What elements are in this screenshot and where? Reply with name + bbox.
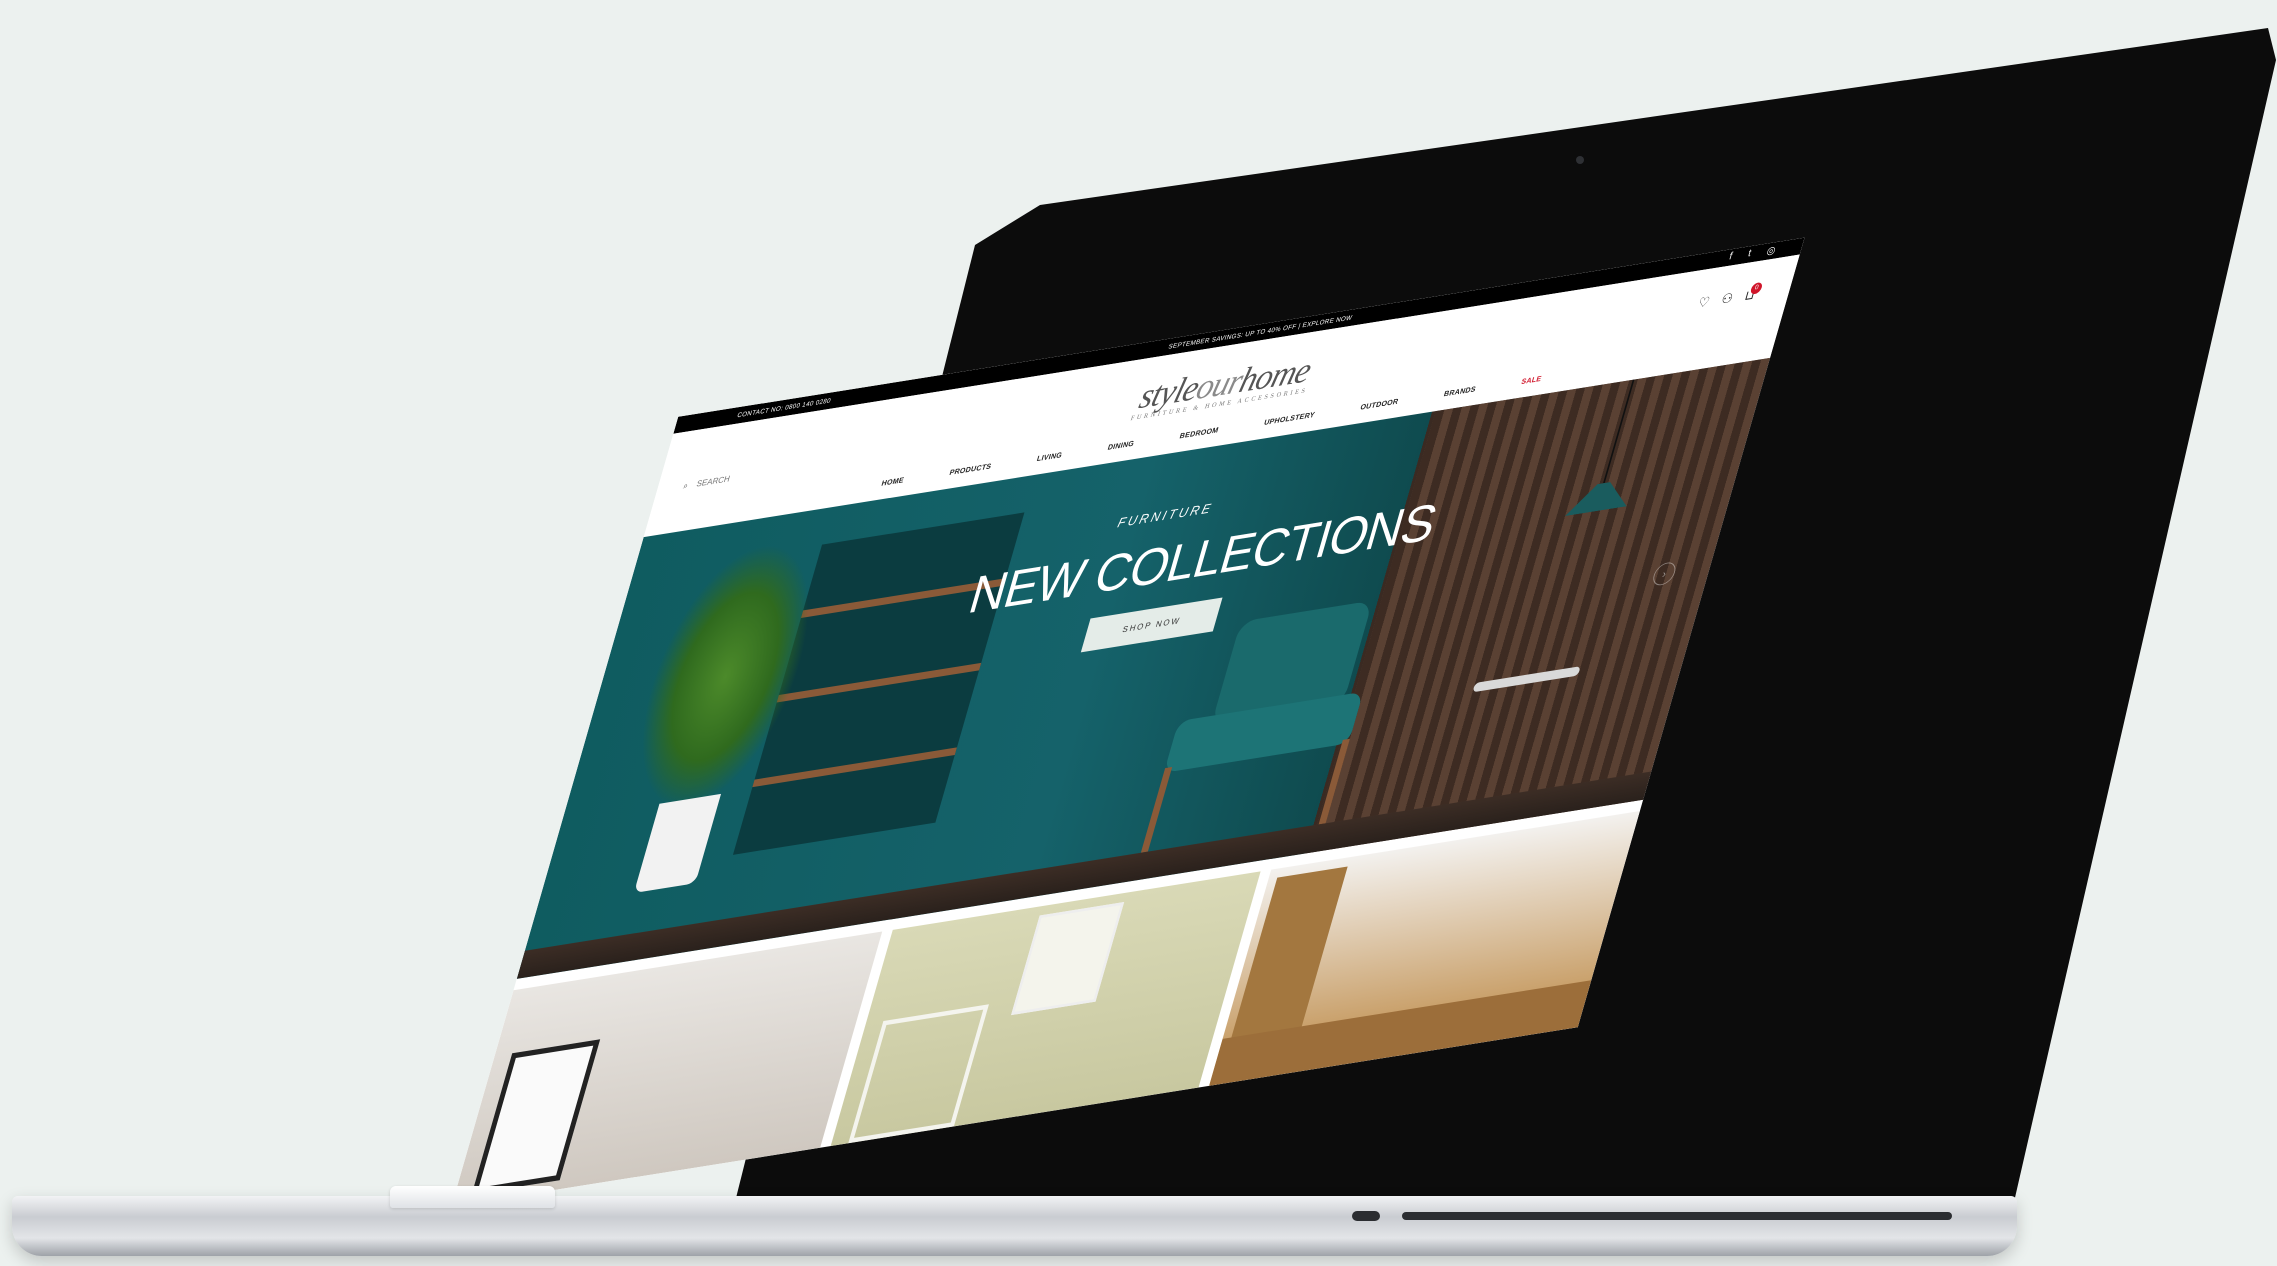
- search-input[interactable]: [693, 461, 806, 490]
- laptop-opening-notch: [390, 1186, 555, 1208]
- wall-frame-image: [1010, 902, 1124, 1016]
- window-image: [471, 1039, 601, 1195]
- twitter-icon[interactable]: t: [1746, 248, 1753, 261]
- hinge-indicator: [1352, 1211, 1380, 1221]
- wishlist-icon[interactable]: ♡: [1696, 294, 1711, 312]
- account-icon[interactable]: ⚇: [1719, 290, 1735, 308]
- shop-now-button[interactable]: SHOP NOW: [1080, 597, 1223, 653]
- instagram-icon[interactable]: ◎: [1765, 244, 1777, 258]
- cart-count-badge: 0: [1749, 281, 1764, 295]
- search-box[interactable]: ⌕: [682, 461, 806, 491]
- cart-button[interactable]: ⊔ 0: [1743, 281, 1764, 304]
- hero-kicker: FURNITURE: [1115, 500, 1216, 531]
- facebook-icon[interactable]: f: [1728, 251, 1734, 264]
- webcam-icon: [1576, 156, 1584, 164]
- laptop-base: [12, 1196, 2017, 1256]
- search-icon[interactable]: ⌕: [682, 480, 689, 491]
- header-actions: ♡ ⚇ ⊔ 0: [1696, 281, 1764, 312]
- shelf-unit-image: [847, 1004, 989, 1144]
- laptop-hinge: [1402, 1212, 1952, 1220]
